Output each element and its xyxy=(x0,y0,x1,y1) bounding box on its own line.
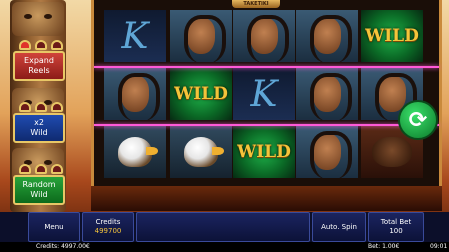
total-bet-label: Total Bet xyxy=(380,218,412,226)
heart-icon xyxy=(19,164,31,174)
heart-icon xyxy=(35,102,47,112)
symbol-label: K xyxy=(250,73,278,115)
reel-symbol-chief xyxy=(296,10,358,62)
symbol-label: K xyxy=(121,15,149,57)
eagle-icon xyxy=(184,137,224,167)
clock: 09:01 xyxy=(430,243,448,250)
heart-icon xyxy=(51,164,63,174)
reel-symbol-eagle xyxy=(104,126,166,178)
symbol-label: WILD xyxy=(174,84,228,104)
credits-label: Credits xyxy=(95,218,121,226)
reel-symbol-k: K xyxy=(104,10,166,62)
win-line xyxy=(94,124,439,126)
feature-hearts-random xyxy=(19,164,63,174)
x2-wild-button[interactable]: x2 Wild xyxy=(13,113,65,143)
feature-hearts-expand xyxy=(19,40,63,50)
reel-symbol-chief xyxy=(104,68,166,120)
eagle-icon xyxy=(118,137,158,167)
total-bet-display[interactable]: Total Bet 100 xyxy=(368,212,424,242)
chief-icon xyxy=(247,15,289,62)
reel-symbol-wild: WILD xyxy=(361,10,423,62)
credits-value: 499700 xyxy=(94,227,122,235)
reel-symbol-eagle xyxy=(170,126,232,178)
totem-head-top xyxy=(12,2,64,36)
heart-icon xyxy=(51,40,63,50)
credits-info: Credits: 4997.00€ xyxy=(36,243,90,250)
win-line xyxy=(94,66,439,68)
reel-symbol-k: K xyxy=(233,68,295,120)
reel-symbol-chief xyxy=(170,10,232,62)
total-bet-value: 100 xyxy=(389,227,403,235)
reel-symbol-wild: WILD xyxy=(233,126,295,178)
chief-icon xyxy=(310,15,352,62)
heart-icon xyxy=(19,102,31,112)
expand-reels-button[interactable]: Expand Reels xyxy=(13,51,65,81)
chief-icon xyxy=(184,15,226,62)
chief-icon xyxy=(310,73,352,120)
chief-icon xyxy=(310,131,352,178)
spin-button[interactable]: ⟳ xyxy=(398,100,438,140)
heart-icon xyxy=(19,40,31,50)
bison-icon xyxy=(372,137,412,167)
reel-symbol-wild: WILD xyxy=(170,68,232,120)
bet-info: Bet: 1.00€ xyxy=(368,243,400,250)
info-strip: Credits: 4997.00€ Bet: 1.00€ 09:01 xyxy=(0,242,449,252)
reel-symbol-chief xyxy=(233,10,295,62)
autospin-button[interactable]: Auto. Spin xyxy=(312,212,366,242)
heart-icon xyxy=(35,164,47,174)
reel-stage xyxy=(91,186,442,211)
credits-display: Credits 499700 xyxy=(82,212,134,242)
reel-symbol-chief xyxy=(296,126,358,178)
symbol-label: WILD xyxy=(365,26,419,46)
random-wild-button[interactable]: Random Wild xyxy=(13,175,65,205)
menu-button[interactable]: Menu xyxy=(28,212,80,242)
message-panel xyxy=(136,212,310,242)
chief-icon xyxy=(118,73,160,120)
refresh-icon: ⟳ xyxy=(408,107,428,133)
game-logo: TAKETIKI xyxy=(232,0,280,8)
heart-icon xyxy=(51,102,63,112)
symbol-label: WILD xyxy=(237,142,291,162)
feature-hearts-x2wild xyxy=(19,102,63,112)
heart-icon xyxy=(35,40,47,50)
reel-symbol-chief xyxy=(296,68,358,120)
